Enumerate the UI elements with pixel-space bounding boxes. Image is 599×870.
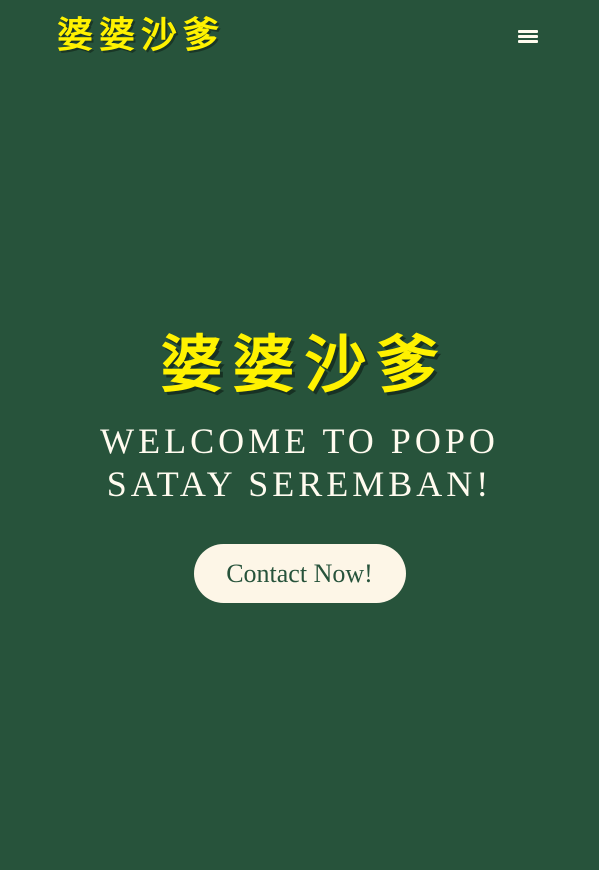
contact-now-button[interactable]: Contact Now! [193,544,406,603]
menu-button[interactable] [510,22,546,52]
hero-subtitle: Welcome to Popo Satay Seremban! [100,421,499,504]
hero-section: 婆婆沙爹 Welcome to Popo Satay Seremban! Con… [0,320,599,603]
site-logo[interactable]: 婆婆沙爹 [57,12,225,60]
hamburger-menu-icon-bar-middle [518,35,538,38]
site-header: 婆婆沙爹 [0,0,599,74]
hero-title: 婆婆沙爹 [160,328,449,401]
hamburger-menu-icon-bar-top [518,30,538,33]
hamburger-menu-icon-bar-bottom [518,40,538,43]
